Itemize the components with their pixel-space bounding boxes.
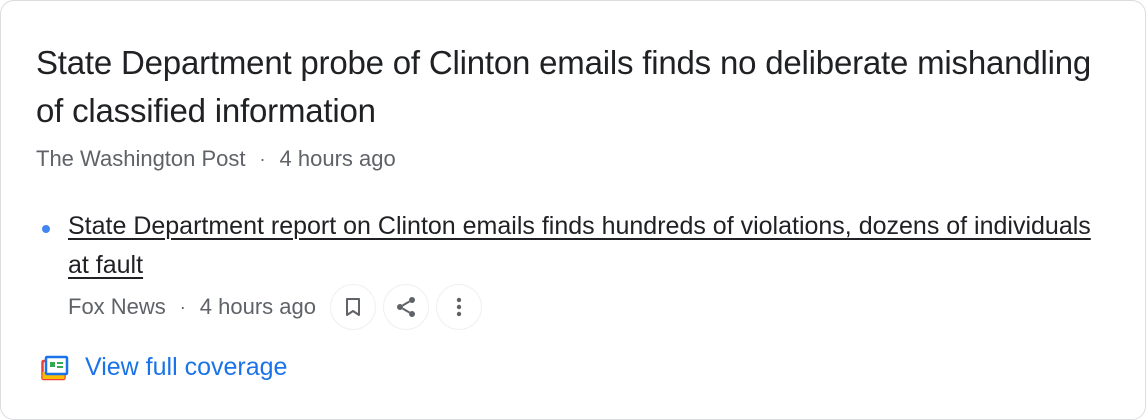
save-button[interactable] [330,284,376,330]
related-meta: Fox News · 4 hours ago [68,284,482,330]
related-bullet [42,225,50,233]
related-source: Fox News [68,294,166,319]
view-full-coverage-label: View full coverage [85,353,288,381]
story-headline[interactable]: State Department probe of Clinton emails… [36,39,1096,135]
share-icon [397,297,415,317]
related-article-link[interactable]: State Department report on Clinton email… [68,207,1108,285]
more-options-button[interactable] [436,284,482,330]
more-vert-icon [456,297,462,317]
meta-separator: · [259,148,266,169]
view-full-coverage-link[interactable]: View full coverage [41,353,287,382]
meta-separator: · [179,296,186,317]
bookmark-icon [346,298,360,316]
story-source: The Washington Post [36,146,246,171]
story-time: 4 hours ago [279,146,396,171]
related-time: 4 hours ago [199,294,316,319]
story-meta: The Washington Post · 4 hours ago [36,144,396,174]
full-coverage-icon [41,355,69,380]
share-button[interactable] [383,284,429,330]
news-story-card: State Department probe of Clinton emails… [0,0,1146,420]
